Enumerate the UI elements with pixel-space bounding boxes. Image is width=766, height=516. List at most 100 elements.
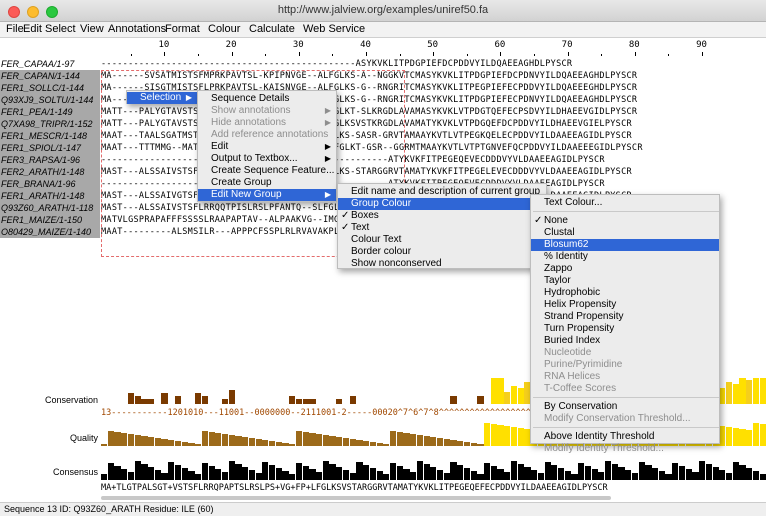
selection-menu-item[interactable]: Selection ▶ [127,92,197,104]
ruler-tick [634,52,636,56]
sequence-name[interactable]: FER1_MAIZE/1-150 [0,214,100,226]
sequence-name[interactable]: FER1_SPIOL/1-147 [0,142,100,154]
annotation-bar [450,396,457,404]
menu-item[interactable]: Show nonconserved [338,258,546,270]
annotation-bar [746,430,753,446]
menu-item[interactable]: Group Colour▶ [338,198,546,210]
sequence-row[interactable]: MA------SVSATMISTSFMPRKPAVTSL-KPIPNVGE--… [101,70,637,82]
sequence-name[interactable]: FER1_PEA/1-149 [0,106,100,118]
sequence-row[interactable]: MATT---PALYGTAVSTSFMRRQPVPMSV-ATTTTTKAFP… [101,118,632,130]
edit-new-group-submenu[interactable]: Edit name and description of current gro… [337,183,547,269]
menu-item[interactable]: Zappo [531,263,719,275]
menu-item[interactable]: By Conservation [531,401,719,413]
menu-item-label: Buried Index [544,335,601,346]
annotation-bar [101,474,108,480]
sequence-name[interactable]: Q93XJ9_SOLTU/1-144 [0,94,100,106]
sequence-row[interactable]: MAAT---TAALSGATMSTAFAPKTPPMTAALPTNVGR--A… [101,130,632,142]
sequence-row[interactable]: MAAT---TTTMMG--MATTFVPKPQAPPMMAALPSNTGR-… [101,142,643,154]
selection-menu[interactable]: Selection ▶ [126,90,198,104]
sequence-name[interactable]: FER1_SOLLC/1-144 [0,82,100,94]
menu-view[interactable]: View [80,23,104,35]
menu-annotations[interactable]: Annotations [108,23,166,35]
annotation-bar [732,462,739,480]
menu-item[interactable]: Above Identity Threshold [531,431,719,443]
menu-item[interactable]: Colour Text [338,234,546,246]
menu-item[interactable]: Blosum62 [531,239,719,251]
annotation-bar [121,469,128,480]
conservation-label[interactable]: Conservation [0,395,98,405]
sequence-row[interactable]: MATT---PALYGTAVSTSFLRTQPMPMSV-TTTKAFSN--… [101,106,637,118]
menu-format[interactable]: Format [165,23,200,35]
annotation-bar [752,471,760,480]
menu-item[interactable]: Taylor [531,275,719,287]
annotation-bar [302,432,309,446]
annotation-bar [295,431,303,446]
annotation-bar [141,436,148,446]
menu-item[interactable]: Edit ▶ [198,141,336,153]
menu-item[interactable]: Hydrophobic [531,287,719,299]
menu-item[interactable]: Create Sequence Feature... [198,165,336,177]
menu-item[interactable]: Edit name and description of current gro… [338,186,546,198]
annotation-bar [289,396,296,404]
annotation-bar [423,464,430,480]
ruler-number: 20 [225,40,237,50]
sequence-name[interactable]: FER_CAPAN/1-144 [0,70,100,82]
menu-calculate[interactable]: Calculate [249,23,295,35]
menu-item-label: Show nonconserved [351,258,442,269]
sequence-name[interactable]: FER2_ARATH/1-148 [0,166,100,178]
sequence-name[interactable]: FER3_RAPSA/1-96 [0,154,100,166]
quality-label[interactable]: Quality [0,433,98,443]
menu-item[interactable]: Buried Index [531,335,719,347]
menu-item[interactable]: Helix Propensity [531,299,719,311]
annotation-bar [719,388,726,404]
menu-item-label: Purine/Pyrimidine [544,359,623,370]
menu-item[interactable]: % Identity [531,251,719,263]
menu-item[interactable]: Text Colour... [531,197,719,209]
sequence-name[interactable]: Q7XA98_TRIPR/1-152 [0,118,100,130]
annotation-bar [450,440,457,446]
sequence-row[interactable]: ----------------------------------------… [101,154,605,166]
sequence-row[interactable]: ----------------------------------------… [101,58,572,70]
annotation-bar [181,468,188,480]
annotation-bar [161,473,168,480]
horizontal-scrollbar[interactable] [101,496,611,500]
menu-item[interactable]: Border colour [338,246,546,258]
menu-item[interactable]: Clustal [531,227,719,239]
annotation-bar [605,461,612,480]
sequence-name[interactable]: O80429_MAIZE/1-140 [0,226,100,238]
menu-item[interactable]: ✓ None [531,215,719,227]
menu-item-label: Blosum62 [544,239,589,250]
annotation-bar [201,463,209,480]
consensus-label[interactable]: Consensus [0,467,98,477]
menu-item[interactable]: Turn Propensity [531,323,719,335]
annotation-bar [148,399,155,404]
menu-edit[interactable]: Edit [23,23,42,35]
sequence-name[interactable]: FER1_MESCR/1-148 [0,130,100,142]
selection-submenu[interactable]: Sequence Details Show annotations ▶ Hide an… [197,90,337,202]
menu-item-label: Colour Text [351,234,402,245]
sequence-name[interactable]: FER_CAPAA/1-97 [0,58,100,70]
sequence-name[interactable]: FER_BRANA/1-96 [0,178,100,190]
menu-item: Hide annotations ▶ [198,117,336,129]
menu-select[interactable]: Select [45,23,76,35]
sequence-row[interactable]: MAST---ALSSAIVSTSFLRRQQTPISLRSLPFANTQ--S… [101,166,632,178]
sequence-name[interactable]: FER1_ARATH/1-148 [0,190,100,202]
annotation-bar [201,396,209,404]
annotation-bar [369,468,377,480]
group-colour-submenu[interactable]: Text Colour... ✓ None Clustal Blosum62% Iden… [530,194,720,454]
annotation-bar [262,440,269,446]
ruler-tick [466,54,468,56]
menu-item[interactable]: ✓ Text [338,222,546,234]
menu-item[interactable]: Create Group [198,177,336,189]
menu-item-label: Sequence Details [211,93,290,104]
menu-colour[interactable]: Colour [208,23,240,35]
menu-item: T-Coffee Scores [531,383,719,395]
sequence-name[interactable]: Q93Z60_ARATH/1-118 [0,202,100,214]
menu-file[interactable]: File [6,23,24,35]
menu-item[interactable]: Strand Propensity [531,311,719,323]
menu-web-service[interactable]: Web Service [303,23,365,35]
menu-item[interactable]: Edit New Group ▶ [198,189,336,201]
menu-item[interactable]: Sequence Details [198,93,336,105]
menu-item[interactable]: ✓ Boxes [338,210,546,222]
menu-item[interactable]: Output to Textbox... ▶ [198,153,336,165]
